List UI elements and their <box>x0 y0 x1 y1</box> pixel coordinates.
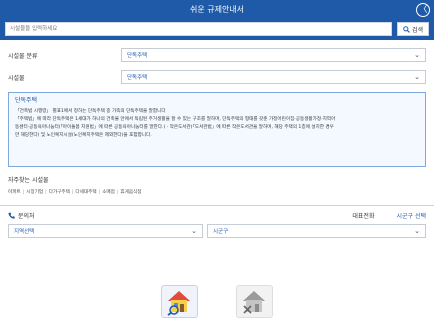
frequent-link[interactable]: 다세대주택 <box>70 189 96 195</box>
frequent-link[interactable]: 아파트 <box>8 189 21 195</box>
description-box: 단독주택 「건축법 시행령」 별표1에서 정하는 단독주택 중 가족의 단독주택… <box>8 92 426 167</box>
back-arrow-icon[interactable]: 〈 <box>416 3 430 17</box>
frequent-link[interactable]: 휴게음식점 <box>115 189 141 195</box>
contact-header: 문의처 대표전화 시군구 선택 <box>0 206 434 224</box>
description-line: 동센터·공동육아나눔터(「아이돌봄 지원법」에 따른 공동육아나눔터를 말한다.… <box>15 125 334 130</box>
region-select[interactable]: 지역선택 ⌄ <box>8 224 203 238</box>
frequent-title: 자주찾는 시설물 <box>8 177 49 184</box>
facility-select-value: 단독주택 <box>127 75 148 81</box>
facility-select[interactable]: 단독주택 ⌄ <box>121 70 426 84</box>
description-line: 「주택법」에 따라 단독주택은 1세대가 하나의 건축물 안에서 독립된 주거생… <box>15 117 336 122</box>
description-line: 만 해당한다) 및 노인복지시설(노인복지주택은 제외한다)을 포함합니다. <box>15 133 152 138</box>
frequent-links: 아파트 시장기업 다가구주택 다세대주택 소매점 휴게음식점 <box>8 189 426 195</box>
search-button-label: 검색 <box>411 26 424 34</box>
district-select[interactable]: 시군구 ⌄ <box>207 224 426 238</box>
search-icon <box>403 25 410 33</box>
search-button[interactable]: 검색 <box>397 22 429 36</box>
contact-title: 문의처 <box>18 212 35 220</box>
frequent-link[interactable]: 소매점 <box>97 189 115 195</box>
house-cancel-icon[interactable] <box>236 285 273 318</box>
region-select-value: 지역선택 <box>14 229 35 235</box>
description-title: 단독주택 <box>15 97 38 104</box>
category-select-value: 단독주택 <box>127 53 148 59</box>
chevron-down-icon: ⌄ <box>414 73 420 81</box>
category-label: 시설물 분류 <box>8 52 38 60</box>
category-select[interactable]: 단독주택 ⌄ <box>121 48 426 62</box>
filter-row-facility: 시설물 단독주택 ⌄ <box>0 66 434 88</box>
chevron-down-icon: ⌄ <box>191 227 197 235</box>
chevron-down-icon: ⌄ <box>414 227 420 235</box>
page-title: 쉬운 규제안내서 <box>189 5 245 14</box>
frequent-link[interactable]: 시장기업 <box>21 189 43 195</box>
house-search-icon[interactable] <box>161 285 198 318</box>
search-bar: 검색 <box>0 20 434 40</box>
district-select-button[interactable]: 시군구 선택 <box>396 211 426 220</box>
description-line: 「건축법 시행령」 별표1에서 정하는 단독주택 중 가족의 단독주택을 말합니… <box>15 109 166 114</box>
bottom-icon-bar <box>0 285 434 318</box>
search-input[interactable] <box>5 22 392 36</box>
facility-label: 시설물 <box>8 74 25 82</box>
app-header: 쉬운 규제안내서 〈 <box>0 0 434 20</box>
phone-icon <box>8 212 15 219</box>
chevron-down-icon: ⌄ <box>414 51 420 59</box>
filter-row-category: 시설물 분류 단독주택 ⌄ <box>0 44 434 66</box>
district-select-value: 시군구 <box>213 229 229 235</box>
tel-button[interactable]: 대표전화 <box>352 211 374 220</box>
contact-selects: 지역선택 ⌄ 시군구 ⌄ <box>0 224 434 238</box>
frequent-link[interactable]: 다가구주택 <box>43 189 70 195</box>
frequent-facilities: 자주찾는 시설물 아파트 시장기업 다가구주택 다세대주택 소매점 휴게음식점 <box>0 167 434 195</box>
